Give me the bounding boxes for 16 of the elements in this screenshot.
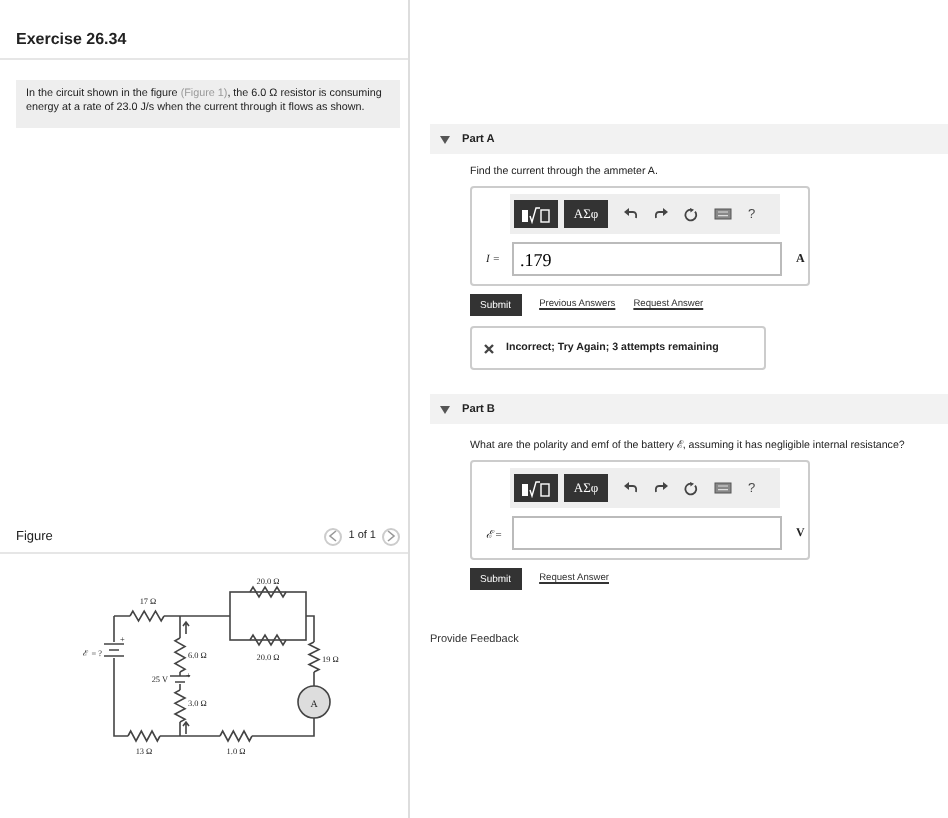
exercise-title: Exercise 26.34 [16,30,127,48]
answer-field[interactable] [512,516,782,550]
undo-icon[interactable] [624,208,638,220]
reset-icon[interactable] [684,207,698,221]
template-button[interactable] [514,474,558,502]
answer-field[interactable]: .179 [512,242,782,276]
template-button[interactable] [514,200,558,228]
undo-icon[interactable] [624,482,638,494]
keyboard-icon[interactable] [714,482,732,494]
redo-icon[interactable] [654,208,668,220]
next-button[interactable] [382,527,400,546]
redo-icon[interactable] [654,482,668,494]
keyboard-icon[interactable] [714,208,732,220]
reset-icon[interactable] [684,481,698,495]
previous-button[interactable] [324,527,343,546]
cross-icon [484,343,494,353]
